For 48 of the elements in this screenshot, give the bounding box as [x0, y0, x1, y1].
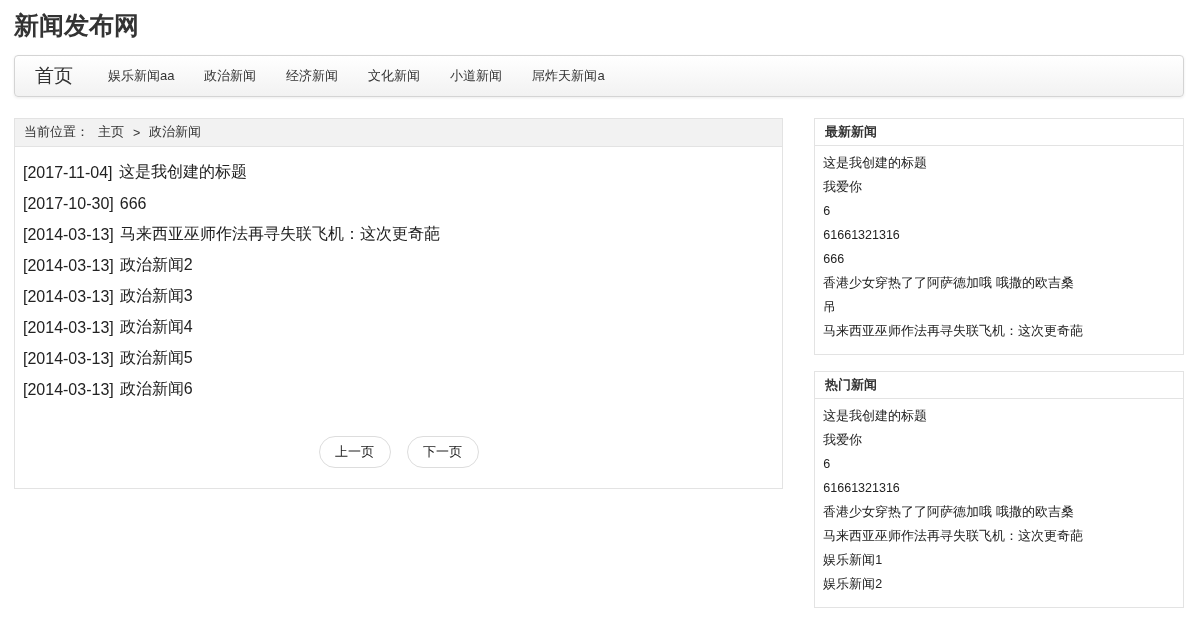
- news-link[interactable]: 我爱你: [823, 431, 863, 449]
- article-date: [2014-03-13]: [23, 380, 114, 399]
- breadcrumb-current: 政治新闻: [149, 124, 202, 141]
- news-link[interactable]: 香港少女穿热了了阿萨德加哦 哦撒的欧吉桑: [823, 274, 1074, 292]
- breadcrumb-link[interactable]: 主页: [98, 124, 124, 141]
- news-link[interactable]: 61661321316: [823, 481, 900, 495]
- breadcrumb-separator: >: [133, 125, 141, 140]
- panel-title: 最新新闻: [815, 119, 1183, 146]
- news-link[interactable]: 666: [823, 252, 845, 266]
- article-date: [2014-03-13]: [23, 225, 114, 244]
- breadcrumb-label: 当前位置：: [24, 124, 89, 141]
- article-link[interactable]: 政治新闻5: [119, 348, 193, 369]
- news-link[interactable]: 香港少女穿热了了阿萨德加哦 哦撒的欧吉桑: [823, 503, 1074, 521]
- article-link[interactable]: 政治新闻2: [119, 255, 193, 276]
- site-title: 新闻发布网: [14, 10, 139, 41]
- news-link[interactable]: 马来西亚巫师作法再寻失联飞机：这次更奇葩: [823, 527, 1084, 545]
- article-link[interactable]: 马来西亚巫师作法再寻失联飞机：这次更奇葩: [119, 224, 440, 245]
- article-link[interactable]: 政治新闻3: [119, 286, 193, 307]
- article-date: [2014-03-13]: [23, 349, 114, 368]
- news-link[interactable]: 这是我创建的标题: [823, 154, 928, 172]
- news-link[interactable]: 61661321316: [823, 228, 900, 242]
- nav-link[interactable]: 经济新闻: [271, 56, 354, 96]
- next-page-button[interactable]: 下一页: [406, 436, 479, 468]
- news-link[interactable]: 这是我创建的标题: [823, 407, 928, 425]
- previous-page-button[interactable]: 上一页: [318, 436, 391, 468]
- article-link[interactable]: 政治新闻6: [119, 379, 193, 400]
- article-link[interactable]: 666: [119, 194, 147, 213]
- nav-link[interactable]: 娱乐新闻aa: [93, 56, 190, 96]
- news-link[interactable]: 6: [823, 457, 831, 471]
- news-link[interactable]: 吊: [823, 298, 837, 316]
- nav-link[interactable]: 文化新闻: [353, 56, 436, 96]
- article-date: [2014-03-13]: [23, 256, 114, 275]
- news-link[interactable]: 我爱你: [823, 178, 863, 196]
- panel-title: 热门新闻: [815, 372, 1183, 399]
- article-date: [2017-11-04]: [23, 163, 113, 182]
- article-date: [2017-10-30]: [23, 194, 114, 213]
- article-link[interactable]: 政治新闻4: [119, 317, 193, 338]
- news-link[interactable]: 6: [823, 204, 831, 218]
- news-link[interactable]: 娱乐新闻2: [823, 575, 883, 593]
- nav-link[interactable]: 小道新闻: [435, 56, 518, 96]
- news-link[interactable]: 娱乐新闻1: [823, 551, 883, 569]
- article-date: [2014-03-13]: [23, 318, 114, 337]
- article-link[interactable]: 这是我创建的标题: [118, 162, 247, 183]
- news-link[interactable]: 马来西亚巫师作法再寻失联飞机：这次更奇葩: [823, 322, 1084, 340]
- home-link[interactable]: 首页: [23, 56, 93, 96]
- article-date: [2014-03-13]: [23, 287, 114, 306]
- nav-link[interactable]: 政治新闻: [189, 56, 272, 96]
- nav-link[interactable]: 屌炸天新闻a: [517, 56, 620, 96]
